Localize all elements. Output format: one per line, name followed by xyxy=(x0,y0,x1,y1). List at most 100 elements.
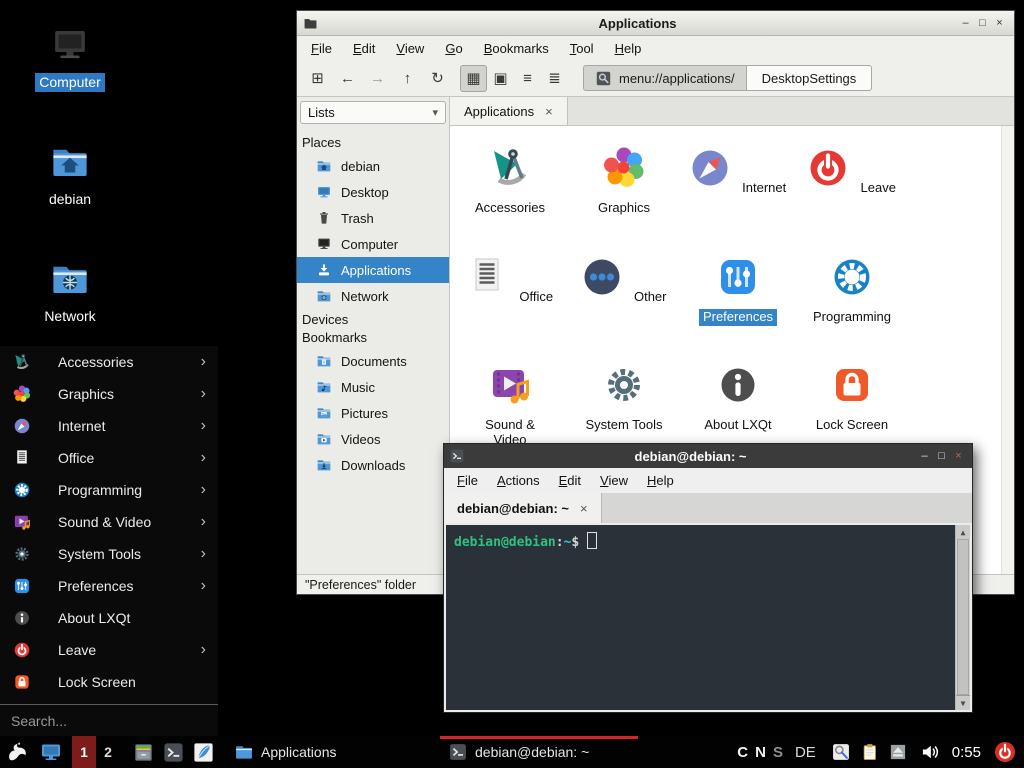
scroll-up-icon[interactable]: ▲ xyxy=(956,525,970,539)
reload-button[interactable]: ↻ xyxy=(424,65,451,92)
up-button[interactable]: ↑ xyxy=(394,65,421,92)
folder-item-leave[interactable]: Leave xyxy=(797,144,907,197)
new-tab-button[interactable]: ⊞ xyxy=(304,65,331,92)
keyboard-layout[interactable]: DE xyxy=(795,744,816,761)
menu-file[interactable]: File xyxy=(457,473,478,488)
terminal-screen[interactable]: debian@debian:~$ ▲ ▼ xyxy=(446,525,970,710)
task-button-applications[interactable]: Applications xyxy=(226,736,424,768)
menu-item-accessories[interactable]: Accessories › xyxy=(0,346,218,378)
minimize-button[interactable]: – xyxy=(916,451,933,462)
folder-item-graphics[interactable]: Graphics xyxy=(569,144,679,217)
folder-item-lock-screen[interactable]: Lock Screen xyxy=(797,361,907,434)
menu-view[interactable]: View xyxy=(396,41,424,56)
task-label: Applications xyxy=(261,744,337,760)
minimize-button[interactable]: – xyxy=(957,18,974,29)
clipboard-tray-icon[interactable] xyxy=(860,742,880,762)
desktop-icon-network[interactable]: Network xyxy=(14,258,126,326)
detailed-view-button[interactable]: ≣ xyxy=(541,65,568,92)
clock[interactable]: 0:55 xyxy=(952,744,981,761)
maximize-button[interactable]: □ xyxy=(933,451,950,462)
menu-item-graphics[interactable]: Graphics › xyxy=(0,378,218,410)
menu-item-programming[interactable]: Programming › xyxy=(0,474,218,506)
forward-button[interactable]: → xyxy=(364,65,391,92)
menu-item-lock-screen[interactable]: Lock Screen xyxy=(0,666,218,698)
sidebar-item-computer[interactable]: Computer xyxy=(297,231,449,257)
menu-view[interactable]: View xyxy=(600,473,628,488)
keyboard-indicator[interactable]: C N S xyxy=(737,744,783,761)
thumbnail-view-button[interactable]: ▣ xyxy=(487,65,514,92)
removable-media-icon[interactable] xyxy=(889,743,907,761)
menu-item-preferences[interactable]: Preferences › xyxy=(0,570,218,602)
folder-item-preferences[interactable]: Preferences xyxy=(683,253,793,326)
folder-item-system-tools[interactable]: System Tools xyxy=(569,361,679,434)
folder-item-about-lxqt[interactable]: About LXQt xyxy=(683,361,793,434)
sidebar-item-videos[interactable]: Videos xyxy=(297,426,449,452)
fm-titlebar[interactable]: Applications – □ × xyxy=(297,11,1014,36)
scroll-down-icon[interactable]: ▼ xyxy=(956,695,970,710)
close-button[interactable]: × xyxy=(991,18,1008,29)
sidebar-item-trash[interactable]: Trash xyxy=(297,205,449,231)
sidebar-item-downloads[interactable]: Downloads xyxy=(297,452,449,478)
folder-item-sound-video[interactable]: Sound & Video xyxy=(455,361,565,449)
desktop-icon-home[interactable]: debian xyxy=(14,141,126,209)
maximize-button[interactable]: □ xyxy=(974,18,991,29)
menu-search-input[interactable] xyxy=(9,712,209,730)
menu-go[interactable]: Go xyxy=(445,41,462,56)
menu-help[interactable]: Help xyxy=(647,473,674,488)
terminal-scrollbar[interactable]: ▲ ▼ xyxy=(955,525,970,710)
folder-item-internet[interactable]: Internet xyxy=(683,144,793,197)
main-menu-button[interactable] xyxy=(0,736,36,768)
task-button-terminal[interactable]: debian@debian: ~ xyxy=(440,736,638,768)
vertical-scrollbar[interactable] xyxy=(1001,126,1014,574)
videos-folder-icon xyxy=(316,431,332,447)
folder-item-accessories[interactable]: Accessories xyxy=(455,144,565,217)
menu-item-about-lxqt[interactable]: About LXQt xyxy=(0,602,218,634)
sidebar-item-music[interactable]: Music xyxy=(297,374,449,400)
quicklaunch-file-manager[interactable] xyxy=(128,736,158,768)
folder-item-other[interactable]: Other xyxy=(569,253,679,306)
desktop-icon-computer[interactable]: Computer xyxy=(14,24,126,92)
show-desktop-button[interactable] xyxy=(36,736,66,768)
close-button[interactable]: × xyxy=(950,451,967,462)
terminal-tab[interactable]: debian@debian: ~ × xyxy=(444,493,602,523)
quicklaunch-terminal[interactable] xyxy=(158,736,188,768)
scrollbar-thumb[interactable] xyxy=(957,539,969,695)
menu-item-leave[interactable]: Leave › xyxy=(0,634,218,666)
sidebar-mode-selector[interactable]: Lists ▾ xyxy=(300,101,446,124)
icon-view-button[interactable]: ▦ xyxy=(460,65,487,92)
menu-bookmarks[interactable]: Bookmarks xyxy=(484,41,549,56)
workspace-1-button[interactable]: 1 xyxy=(72,736,96,768)
sidebar-item-debian[interactable]: debian xyxy=(297,153,449,179)
folder-item-office[interactable]: Office xyxy=(455,253,565,306)
tab-close-icon[interactable]: × xyxy=(580,501,588,516)
back-button[interactable]: ← xyxy=(334,65,361,92)
menu-item-system-tools[interactable]: System Tools › xyxy=(0,538,218,570)
menu-edit[interactable]: Edit xyxy=(559,473,581,488)
menu-file[interactable]: File xyxy=(311,41,332,56)
menu-tool[interactable]: Tool xyxy=(570,41,594,56)
menu-actions[interactable]: Actions xyxy=(497,473,540,488)
sidebar-item-label: Network xyxy=(341,289,389,304)
tab-close-icon[interactable]: × xyxy=(545,104,553,119)
path-segment-current[interactable]: menu://applications/ xyxy=(583,65,747,91)
workspace-2-button[interactable]: 2 xyxy=(96,736,120,768)
screenshot-tray-icon[interactable] xyxy=(831,742,851,762)
menu-help[interactable]: Help xyxy=(615,41,642,56)
sidebar-item-documents[interactable]: Documents xyxy=(297,348,449,374)
terminal-titlebar[interactable]: debian@debian: ~ – □ × xyxy=(444,444,972,468)
folder-item-programming[interactable]: Programming xyxy=(797,253,907,326)
sidebar-item-pictures[interactable]: Pictures xyxy=(297,400,449,426)
tab-applications[interactable]: Applications × xyxy=(450,97,568,125)
menu-item-sound-video[interactable]: Sound & Video › xyxy=(0,506,218,538)
menu-edit[interactable]: Edit xyxy=(353,41,375,56)
quicklaunch-featherpad[interactable] xyxy=(188,736,218,768)
volume-icon[interactable] xyxy=(920,742,940,762)
menu-item-internet[interactable]: Internet › xyxy=(0,410,218,442)
path-segment-desktopsettings[interactable]: DesktopSettings xyxy=(747,65,873,91)
sidebar-item-network[interactable]: Network xyxy=(297,283,449,309)
compact-view-button[interactable]: ≡ xyxy=(514,65,541,92)
power-button-icon[interactable] xyxy=(993,740,1017,764)
sidebar-item-applications[interactable]: Applications xyxy=(297,257,449,283)
menu-item-office[interactable]: Office › xyxy=(0,442,218,474)
sidebar-item-desktop[interactable]: Desktop xyxy=(297,179,449,205)
